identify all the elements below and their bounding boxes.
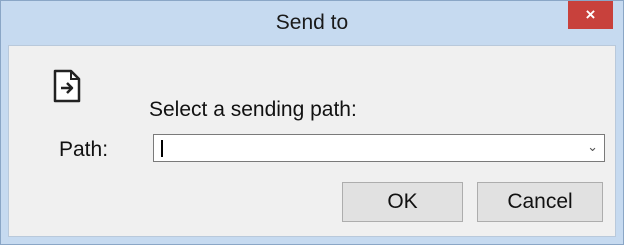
send-to-dialog: Send to × Select a sending path: Path: ⌄… bbox=[0, 0, 624, 245]
chevron-down-icon[interactable]: ⌄ bbox=[587, 139, 598, 155]
dialog-body: Select a sending path: Path: ⌄ OK Cancel bbox=[8, 45, 616, 237]
prompt-label: Select a sending path: bbox=[149, 98, 357, 121]
path-label: Path: bbox=[59, 138, 109, 161]
path-combobox[interactable]: ⌄ bbox=[153, 134, 605, 162]
close-button[interactable]: × bbox=[568, 1, 613, 29]
close-icon: × bbox=[585, 5, 596, 24]
ok-button[interactable]: OK bbox=[342, 182, 463, 222]
send-file-icon bbox=[53, 69, 81, 103]
text-caret bbox=[161, 140, 163, 157]
cancel-button[interactable]: Cancel bbox=[477, 182, 603, 222]
title-bar[interactable]: Send to × bbox=[1, 1, 623, 45]
dialog-title: Send to bbox=[275, 11, 349, 34]
